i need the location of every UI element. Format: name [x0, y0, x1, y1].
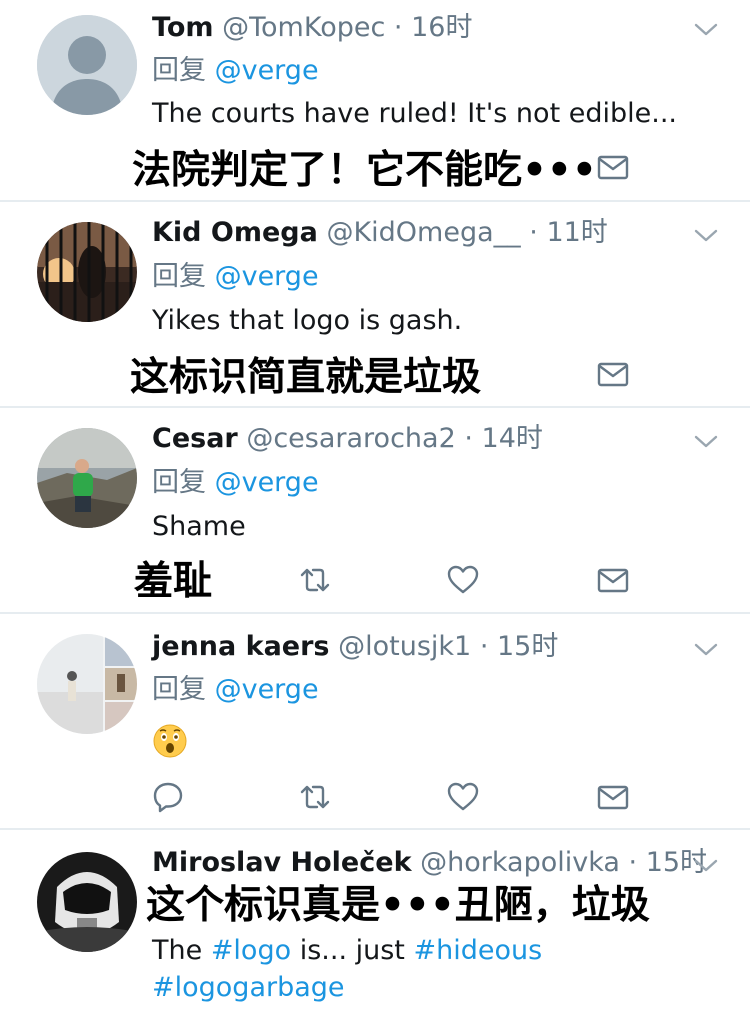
replying-to: 回复 @verge: [152, 260, 319, 294]
chevron-down-icon[interactable]: [694, 642, 718, 658]
separator-dot: ·: [393, 12, 403, 43]
tweet-header: jenna kaers @lotusjk1 · 15时: [152, 630, 558, 664]
mention-link[interactable]: @verge: [215, 55, 319, 86]
heart-icon[interactable]: [446, 563, 480, 597]
tweet-text: The courts have ruled! It's not edible..…: [152, 98, 677, 129]
timestamp[interactable]: 15时: [497, 631, 558, 662]
envelope-icon[interactable]: [596, 150, 630, 184]
reply-label: 回复: [152, 467, 206, 498]
translation-caption: 法院判定了！它不能吃•••: [132, 148, 597, 193]
reply-feed: Tom @TomKopec · 16时 回复 @verge The courts…: [0, 0, 750, 1012]
tweet-header: Kid Omega @KidOmega__ · 11时: [152, 216, 608, 250]
hashtag-link[interactable]: #hideous: [413, 935, 542, 966]
text-segment: is... just: [291, 935, 414, 966]
astonished-face-icon: [153, 724, 187, 758]
mention-link[interactable]: @verge: [215, 261, 319, 292]
chevron-down-icon[interactable]: [694, 434, 718, 450]
replying-to: 回复 @verge: [152, 54, 319, 88]
retweet-icon[interactable]: [298, 780, 332, 814]
translation-caption: 这个标识真是•••丑陋，垃圾: [146, 883, 650, 928]
translation-caption: 这标识简直就是垃圾: [130, 355, 482, 400]
hashtag-link[interactable]: #logogarbage: [152, 972, 345, 1003]
envelope-icon[interactable]: [596, 357, 630, 391]
tweet-card[interactable]: Tom @TomKopec · 16时 回复 @verge The courts…: [0, 0, 750, 202]
fence-photo-avatar-icon: [37, 222, 137, 322]
chevron-down-icon[interactable]: [694, 858, 718, 874]
reply-label: 回复: [152, 55, 206, 86]
heart-icon[interactable]: [446, 780, 480, 814]
separator-dot: ·: [479, 631, 489, 662]
user-handle[interactable]: @KidOmega__: [326, 217, 520, 248]
timestamp[interactable]: 16时: [411, 12, 472, 43]
outdoor-photo-avatar-icon: [37, 428, 137, 528]
reply-icon[interactable]: [151, 780, 185, 814]
timestamp[interactable]: 11时: [546, 217, 607, 248]
tweet-header: Cesar @cesararocha2 · 14时: [152, 422, 543, 456]
avatar[interactable]: [37, 634, 137, 734]
display-name[interactable]: Cesar: [152, 423, 238, 454]
avatar[interactable]: [37, 222, 137, 322]
avatar[interactable]: [37, 15, 137, 115]
hashtag-link[interactable]: #logo: [211, 935, 291, 966]
envelope-icon[interactable]: [596, 563, 630, 597]
avatar[interactable]: [37, 428, 137, 528]
tweet-text: Shame: [152, 511, 246, 542]
display-name[interactable]: Miroslav Holeček: [152, 847, 412, 878]
user-handle[interactable]: @cesararocha2: [246, 423, 455, 454]
reply-label: 回复: [152, 674, 206, 705]
translation-caption: 羞耻: [134, 559, 213, 604]
chevron-down-icon[interactable]: [694, 22, 718, 38]
tweet-card[interactable]: Kid Omega @KidOmega__ · 11时 回复 @verge Yi…: [0, 202, 750, 408]
display-name[interactable]: Kid Omega: [152, 217, 318, 248]
mention-link[interactable]: @verge: [215, 467, 319, 498]
display-name[interactable]: jenna kaers: [152, 631, 330, 662]
separator-dot: ·: [529, 217, 538, 248]
replying-to: 回复 @verge: [152, 466, 319, 500]
tweet-text-line-2: #logogarbage: [152, 969, 345, 1006]
user-handle[interactable]: @lotusjk1: [338, 631, 471, 662]
timestamp[interactable]: 14时: [482, 423, 543, 454]
separator-dot: ·: [464, 423, 473, 454]
chevron-down-icon[interactable]: [694, 228, 718, 244]
text-segment: The: [152, 935, 211, 966]
mention-link[interactable]: @verge: [215, 674, 319, 705]
tweet-text: The #logo is... just #hideous: [152, 932, 542, 969]
user-handle[interactable]: @TomKopec: [222, 12, 385, 43]
tweet-text: Yikes that logo is gash.: [152, 305, 463, 336]
separator-dot: ·: [628, 847, 638, 878]
tweet-header: Tom @TomKopec · 16时: [152, 11, 472, 45]
tweet-card[interactable]: Cesar @cesararocha2 · 14时 回复 @verge Sham…: [0, 408, 750, 614]
avatar[interactable]: [37, 852, 137, 952]
replying-to: 回复 @verge: [152, 673, 319, 707]
display-name[interactable]: Tom: [152, 12, 214, 43]
tweet-header: Miroslav Holeček @horkapolivka · 15时: [152, 846, 707, 880]
envelope-icon[interactable]: [596, 780, 630, 814]
collage-photo-avatar-icon: [37, 634, 137, 734]
tweet-card[interactable]: jenna kaers @lotusjk1 · 15时 回复 @verge: [0, 614, 750, 830]
user-handle[interactable]: @horkapolivka: [420, 847, 620, 878]
tweet-card[interactable]: Miroslav Holeček @horkapolivka · 15时 这个标…: [0, 830, 750, 1012]
retweet-icon[interactable]: [298, 563, 332, 597]
helmet-photo-avatar-icon: [37, 852, 137, 952]
reply-label: 回复: [152, 261, 206, 292]
default-avatar-icon: [37, 15, 137, 115]
